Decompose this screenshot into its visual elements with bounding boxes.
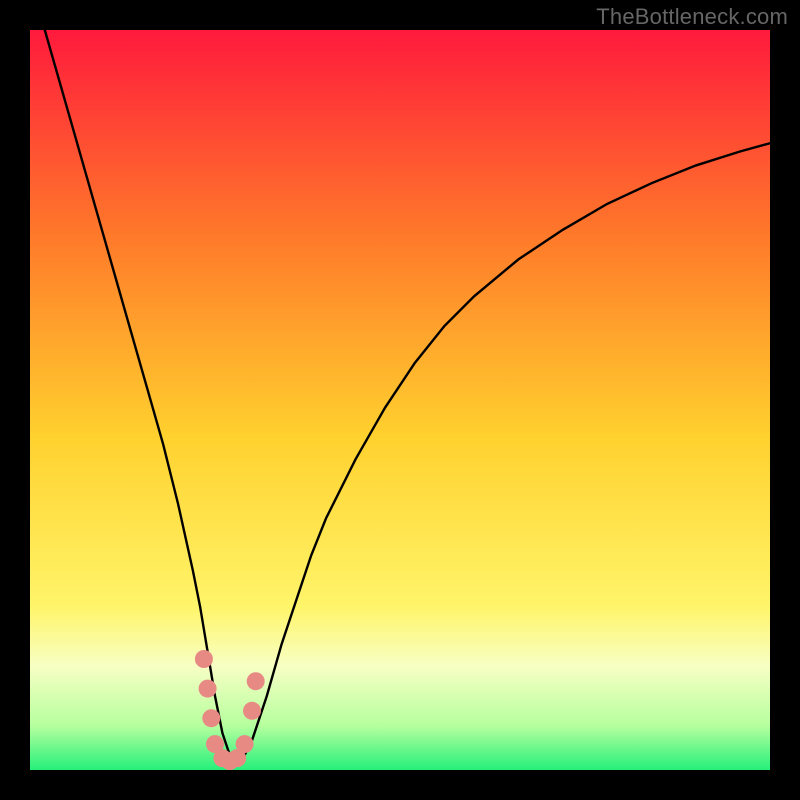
bottleneck-chart [30,30,770,770]
gradient-background [30,30,770,770]
watermark-text: TheBottleneck.com [596,4,788,30]
plot-area [30,30,770,770]
data-marker [243,702,261,720]
data-marker [236,735,254,753]
data-marker [202,709,220,727]
data-marker [247,672,265,690]
data-marker [199,680,217,698]
chart-frame: TheBottleneck.com [0,0,800,800]
data-marker [195,650,213,668]
